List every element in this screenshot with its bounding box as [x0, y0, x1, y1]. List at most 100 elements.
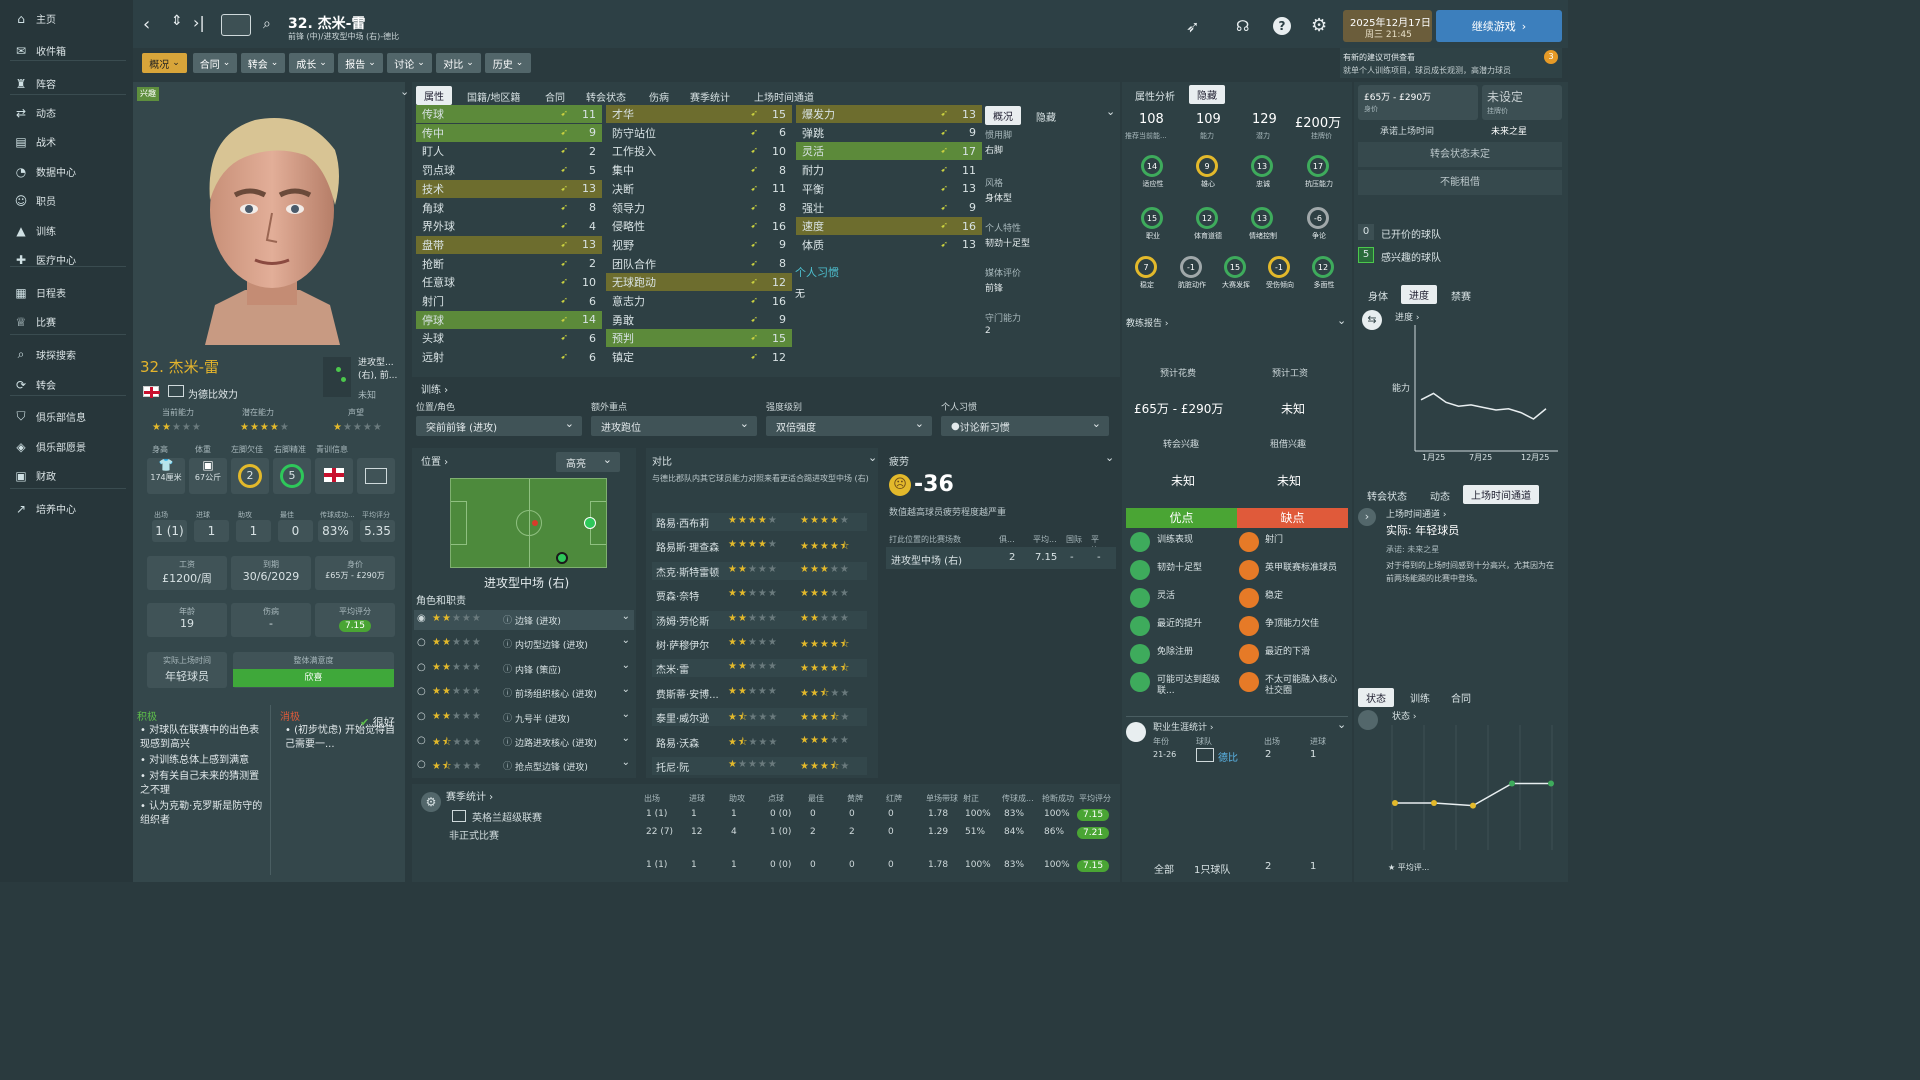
tab-dynamics[interactable]: 动态: [1430, 488, 1450, 503]
radio-icon[interactable]: ○: [417, 759, 426, 770]
forward-icon[interactable]: ›|: [193, 13, 205, 32]
attribute-row[interactable]: 工作投入 ➹ 10: [606, 142, 792, 160]
sidebar-item-0[interactable]: ⌂ 主页: [0, 4, 133, 34]
rocket-icon[interactable]: ➶: [1186, 17, 1199, 36]
tab-contract[interactable]: 合同: [1451, 690, 1471, 705]
settings-icon[interactable]: ⚙: [1311, 15, 1327, 36]
sidebar-item-8[interactable]: ✚ 医疗中心: [0, 245, 133, 275]
attr-tab-1[interactable]: 国籍/地区籍: [467, 89, 520, 104]
clubs-interested-label[interactable]: 感兴趣的球队: [1381, 249, 1441, 264]
attribute-row[interactable]: 意志力 ➹ 16: [606, 292, 792, 310]
continue-button[interactable]: 继续游戏 ›: [1436, 10, 1562, 42]
attribute-row[interactable]: 技术 ➹ 13: [416, 179, 602, 198]
sidebar-item-5[interactable]: ◔ 数据中心: [0, 157, 133, 187]
sidebar-item-6[interactable]: ☺ 职员: [0, 186, 133, 216]
compare-row[interactable]: 路易·西布莉 ★★★★★ ★★★★★: [652, 513, 867, 531]
attr-tab-3[interactable]: 转会状态: [586, 89, 626, 104]
menu-4[interactable]: 报告 ⌄: [338, 53, 383, 73]
radio-icon[interactable]: ○: [417, 637, 426, 648]
chevron-down-icon[interactable]: ⌄: [622, 733, 630, 744]
role-row[interactable]: ○ ★⯪★★★ ⓘ 边路进攻核心 (进攻) ⌄: [414, 732, 634, 752]
attribute-row[interactable]: 防守站位 ➹ 6: [606, 124, 792, 142]
role-row[interactable]: ○ ★★★★★ ⓘ 内切型边锋 (进攻) ⌄: [414, 634, 634, 654]
radio-icon[interactable]: ◉: [417, 613, 426, 624]
attribute-row[interactable]: 射门 ➹ 6: [416, 292, 602, 310]
notice-box[interactable]: 有新的建议可供查看 就单个人训练项目，球员成长观测，高潜力球员 3: [1340, 48, 1562, 78]
attribute-row[interactable]: 无球跑动 ➹ 12: [606, 273, 792, 292]
attribute-row[interactable]: 爆发力 ➹ 13: [796, 105, 982, 123]
chevron-down-icon[interactable]: ⌄: [1337, 314, 1346, 327]
attribute-row[interactable]: 速度 ➹ 16: [796, 217, 982, 236]
chevron-down-icon[interactable]: ⌄: [1106, 105, 1115, 118]
radio-icon[interactable]: ○: [417, 686, 426, 697]
attribute-row[interactable]: 传中 ➹ 9: [416, 123, 602, 142]
attribute-row[interactable]: 集中 ➹ 8: [606, 161, 792, 179]
career-header[interactable]: 职业生涯统计 ›: [1153, 720, 1213, 733]
attribute-row[interactable]: 预判 ➹ 15: [606, 329, 792, 348]
chevron-down-icon[interactable]: ⌄: [622, 611, 630, 622]
chevron-down-icon[interactable]: ⌄: [622, 709, 630, 720]
attr-tab-0[interactable]: 属性: [416, 86, 452, 105]
compare-row[interactable]: 托尼·阮 ★★★★★ ★★★⯪★: [652, 757, 867, 775]
radio-icon[interactable]: ○: [417, 711, 426, 722]
collapse-icon[interactable]: ⌄: [400, 85, 409, 98]
compare-row[interactable]: 泰里·威尔逊 ★⯪★★★ ★★★⯪★: [652, 708, 867, 727]
progress-header[interactable]: 进度 ›: [1395, 310, 1419, 323]
attribute-row[interactable]: 灵活 ➹ 17: [796, 142, 982, 161]
attribute-row[interactable]: 侵略性 ➹ 16: [606, 217, 792, 235]
radio-icon[interactable]: ○: [417, 662, 426, 673]
sidebar-item-10[interactable]: ♕ 比赛: [0, 307, 133, 337]
attribute-row[interactable]: 任意球 ➹ 10: [416, 273, 602, 291]
attribute-row[interactable]: 罚点球 ➹ 5: [416, 161, 602, 179]
help-icon[interactable]: ?: [1273, 17, 1291, 35]
attribute-row[interactable]: 团队合作 ➹ 8: [606, 255, 792, 273]
pos-role-select[interactable]: 突前前锋 (进攻): [416, 416, 582, 436]
attribute-row[interactable]: 视野 ➹ 9: [606, 236, 792, 254]
attribute-row[interactable]: 抢断 ➹ 2: [416, 255, 602, 273]
compare-row[interactable]: 路易斯·理查森 ★★★★★ ★★★★⯪: [652, 537, 867, 555]
attribute-row[interactable]: 远射 ➹ 6: [416, 348, 602, 366]
attribute-row[interactable]: 勇敢 ➹ 9: [606, 311, 792, 329]
role-row[interactable]: ◉ ★★★★★ ⓘ 边锋 (进攻) ⌄: [414, 610, 634, 630]
tab-playtime[interactable]: 上场时间通道: [1463, 485, 1539, 504]
gear-icon[interactable]: ⚙: [421, 792, 441, 812]
attr-tab-2[interactable]: 合同: [545, 89, 565, 104]
clubs-offered-label[interactable]: 已开价的球队: [1381, 226, 1441, 241]
attr-tab-6[interactable]: 上场时间通道: [754, 89, 814, 104]
focus-select[interactable]: 进攻跑位: [591, 416, 757, 436]
training-header[interactable]: 训练 ›: [421, 381, 448, 396]
compare-row[interactable]: 杰米·雷 ★★★★★ ★★★★⯪: [652, 659, 867, 678]
attribute-row[interactable]: 镇定 ➹ 12: [606, 348, 792, 366]
attribute-row[interactable]: 头球 ➹ 6: [416, 329, 602, 347]
attribute-row[interactable]: 体质 ➹ 13: [796, 236, 982, 254]
menu-6[interactable]: 对比 ⌄: [436, 53, 481, 73]
tab-status[interactable]: 状态: [1358, 688, 1394, 707]
attribute-row[interactable]: 才华 ➹ 15: [606, 105, 792, 123]
compare-row[interactable]: 汤姆·劳伦斯 ★★★★★ ★★★★★: [652, 610, 867, 629]
attribute-row[interactable]: 弹跳 ➹ 9: [796, 124, 982, 142]
menu-5[interactable]: 讨论 ⌄: [387, 53, 432, 73]
playtime-header[interactable]: 上场时间通道 ›: [1386, 507, 1446, 520]
brain-icon[interactable]: ☊: [1236, 17, 1249, 35]
sidebar-item-16[interactable]: ↗ 培养中心: [0, 494, 133, 524]
chevron-down-icon[interactable]: ⌄: [622, 635, 630, 646]
career-team-link[interactable]: 德比: [1218, 749, 1238, 764]
menu-7[interactable]: 历史 ⌄: [485, 53, 531, 73]
menu-1[interactable]: 合同 ⌄: [193, 53, 237, 73]
status-header[interactable]: 状态 ›: [1392, 709, 1416, 722]
transfer-status-button[interactable]: 转会状态未定: [1358, 142, 1562, 167]
tab-training[interactable]: 训练: [1410, 690, 1430, 705]
chevron-down-icon[interactable]: ⌄: [622, 757, 630, 768]
attribute-row[interactable]: 盯人 ➹ 2: [416, 142, 602, 160]
compare-row[interactable]: 树·萨穆伊尔 ★★★★★ ★★★★⯪: [652, 635, 867, 653]
tab-overview[interactable]: 概况: [985, 106, 1021, 125]
attribute-row[interactable]: 角球 ➹ 8: [416, 199, 602, 217]
menu-3[interactable]: 成长 ⌄: [289, 53, 334, 73]
season-header[interactable]: 赛季统计 ›: [446, 788, 493, 803]
attribute-row[interactable]: 耐力 ➹ 11: [796, 161, 982, 179]
sidebar-item-13[interactable]: ⛉ 俱乐部信息: [0, 402, 133, 432]
tab-hidden-analysis[interactable]: 隐藏: [1189, 85, 1225, 104]
attribute-row[interactable]: 停球 ➹ 14: [416, 310, 602, 329]
menu-2[interactable]: 转会 ⌄: [241, 53, 285, 73]
attr-tab-4[interactable]: 伤病: [649, 89, 669, 104]
